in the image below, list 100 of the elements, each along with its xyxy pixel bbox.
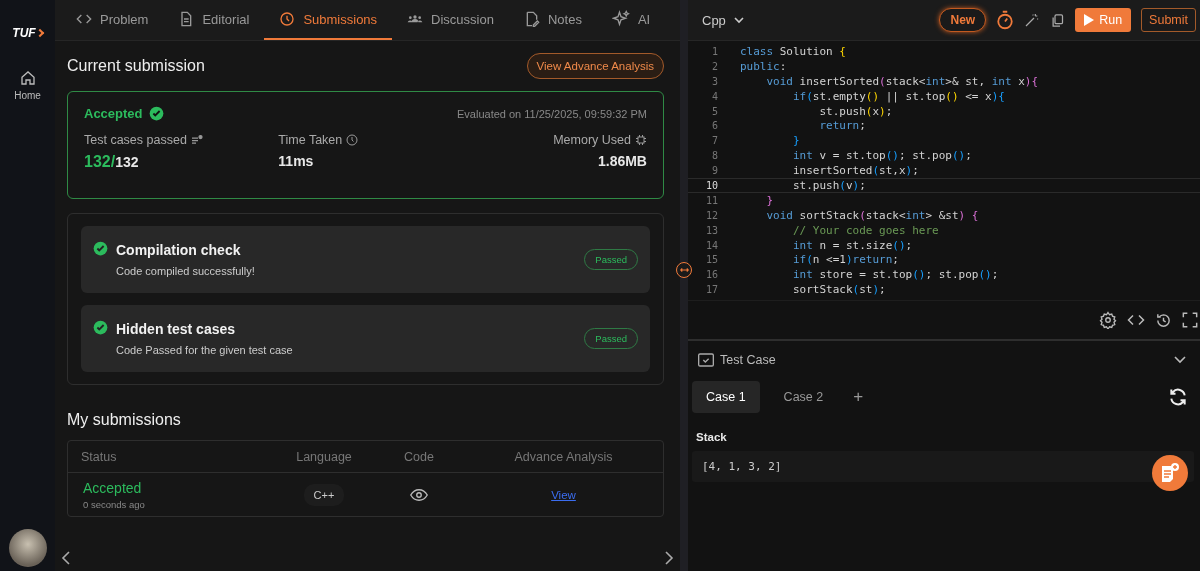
tab[interactable]: AI bbox=[596, 0, 666, 40]
view-analysis-button[interactable]: View Advance Analysis bbox=[526, 53, 664, 79]
line-number: 16 bbox=[704, 269, 718, 281]
line-number: 3 bbox=[710, 75, 718, 87]
code-line: class Solution { bbox=[740, 44, 846, 58]
magic-wand-icon[interactable] bbox=[1024, 12, 1041, 28]
add-case-button[interactable]: + bbox=[847, 386, 870, 408]
stat-value: 1.86MB bbox=[597, 153, 647, 169]
check-title: Compilation check bbox=[116, 242, 242, 258]
line-number: 14 bbox=[704, 239, 718, 251]
check-circle-icon bbox=[93, 241, 108, 256]
code-line: int n = st.size(); bbox=[791, 238, 913, 252]
settings-icon[interactable] bbox=[1099, 311, 1117, 329]
check-detail: Code Passed for the given test case bbox=[116, 344, 294, 356]
note-add-icon bbox=[1160, 462, 1180, 484]
code-line: if(n <=1)return; bbox=[791, 253, 899, 267]
clock-icon bbox=[346, 134, 359, 146]
code-line: if(st.empty() || st.top() <= x){ bbox=[791, 89, 1005, 103]
home-nav-item[interactable]: Home bbox=[12, 68, 43, 103]
column-header: Advance Analysis bbox=[513, 449, 614, 464]
submit-button[interactable]: Submit bbox=[1141, 8, 1196, 32]
case-tab[interactable]: Case 1 bbox=[692, 381, 760, 413]
clock-icon bbox=[279, 11, 296, 27]
check-circle-icon bbox=[148, 106, 164, 121]
stat-label: Memory Used bbox=[553, 133, 631, 147]
code-line: st.push(x); bbox=[818, 104, 893, 118]
check-title: Hidden test cases bbox=[116, 321, 237, 337]
copy-icon[interactable] bbox=[1050, 12, 1066, 28]
avatar[interactable] bbox=[8, 529, 47, 567]
notes-button[interactable] bbox=[1152, 455, 1188, 491]
line-number: 17 bbox=[704, 284, 718, 296]
case-tab[interactable]: Case 2 bbox=[769, 381, 838, 413]
eye-icon[interactable] bbox=[410, 487, 428, 502]
code-line: // Your code goes here bbox=[791, 223, 939, 237]
line-number: 1 bbox=[710, 45, 718, 57]
chevron-right-icon[interactable] bbox=[664, 551, 674, 565]
status-text: Accepted bbox=[84, 106, 143, 121]
section-title: Current submission bbox=[67, 57, 205, 75]
code-line: int v = st.top(); st.pop(); bbox=[791, 149, 972, 163]
tab[interactable]: Notes bbox=[508, 0, 597, 40]
panel-title: Test Case bbox=[720, 353, 776, 367]
stat-value: 11ms bbox=[278, 153, 315, 169]
code-line: st.push(v); bbox=[791, 178, 866, 192]
line-number: 6 bbox=[710, 120, 718, 132]
tab[interactable]: Problem bbox=[61, 0, 164, 40]
code-line: return; bbox=[818, 119, 866, 133]
column-header: Status bbox=[80, 449, 118, 464]
line-number: 15 bbox=[704, 254, 718, 266]
code-line: sortStack(st); bbox=[791, 283, 886, 297]
input-field[interactable]: [4, 1, 3, 2] bbox=[692, 451, 1194, 482]
language-dropdown[interactable]: Cpp bbox=[696, 11, 750, 29]
language-tag: C++ bbox=[303, 483, 345, 506]
line-number: 11 bbox=[704, 194, 718, 206]
list-icon bbox=[190, 134, 203, 146]
section-title: My submissions bbox=[67, 411, 182, 429]
code-line: void insertSorted(stack<int>& st, int x){ bbox=[765, 74, 1039, 88]
fullscreen-icon[interactable] bbox=[1182, 312, 1198, 328]
tab[interactable]: Discussion bbox=[392, 0, 509, 40]
refresh-icon[interactable] bbox=[1168, 387, 1188, 407]
check-circle-icon bbox=[93, 320, 108, 335]
column-header: Code bbox=[403, 449, 435, 464]
code-line: } bbox=[765, 193, 774, 207]
stopwatch-icon[interactable] bbox=[996, 10, 1015, 30]
line-number: 12 bbox=[704, 209, 718, 221]
stat-label: Test cases passed bbox=[84, 133, 187, 147]
evaluated-text: Evaluated on 11/25/2025, 09:59:32 PM bbox=[457, 107, 647, 120]
line-number: 5 bbox=[710, 105, 718, 117]
stat-label: Time Taken bbox=[278, 133, 343, 147]
column-header: Language bbox=[295, 449, 353, 464]
history-icon[interactable] bbox=[1155, 311, 1172, 329]
check-detail: Code compiled successfully! bbox=[116, 265, 256, 277]
chevron-down-icon bbox=[733, 16, 744, 24]
line-number: 2 bbox=[710, 60, 718, 72]
time-text: 0 seconds ago bbox=[83, 498, 145, 510]
line-number: 10 bbox=[704, 179, 718, 191]
line-number: 9 bbox=[710, 165, 718, 177]
sparkle-icon bbox=[611, 10, 630, 28]
tab[interactable]: Submissions bbox=[264, 0, 393, 40]
view-link[interactable]: View bbox=[551, 488, 576, 501]
new-button[interactable]: New bbox=[939, 8, 987, 32]
chevron-left-icon[interactable] bbox=[61, 551, 71, 565]
play-icon bbox=[1084, 14, 1095, 26]
code-line: int store = st.top(); st.pop(); bbox=[791, 268, 999, 282]
line-number: 13 bbox=[704, 224, 718, 236]
home-icon bbox=[19, 70, 36, 86]
status-text: Accepted bbox=[83, 479, 142, 496]
tab[interactable]: Editorial bbox=[163, 0, 265, 40]
line-number: 7 bbox=[710, 135, 718, 147]
code-line: } bbox=[791, 134, 800, 148]
line-number: 8 bbox=[710, 150, 718, 162]
chip-icon bbox=[635, 134, 647, 146]
input-label: Stack bbox=[696, 431, 728, 443]
checkbox-monitor-icon bbox=[698, 353, 714, 367]
logo[interactable]: TUF bbox=[12, 26, 43, 40]
code-line: insertSorted(st,x); bbox=[791, 164, 919, 178]
chevron-down-icon[interactable] bbox=[1174, 356, 1186, 364]
code-line: public: bbox=[740, 59, 787, 73]
line-number: 4 bbox=[710, 90, 718, 102]
code-line: void sortStack(stack<int> &st) { bbox=[765, 208, 979, 222]
stat-value: 132/132 bbox=[84, 153, 140, 171]
